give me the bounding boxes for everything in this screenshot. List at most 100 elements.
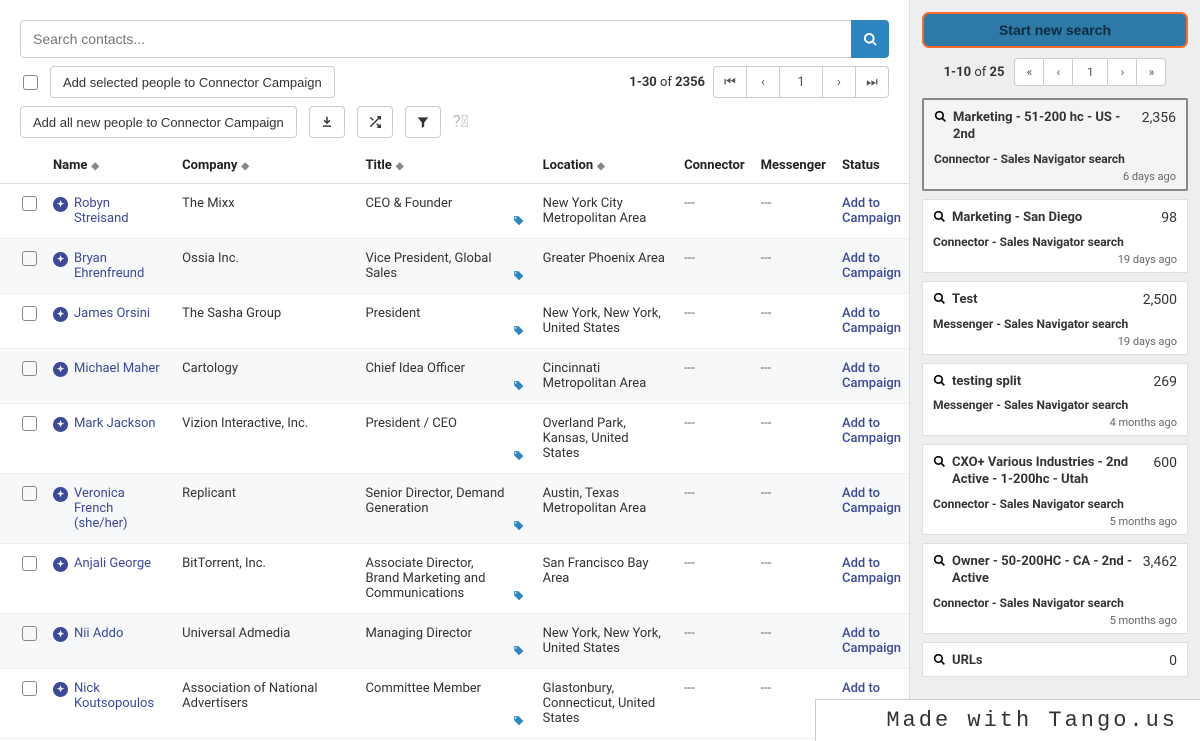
connector-cell: ---: [684, 306, 695, 321]
saved-search-item[interactable]: Test 2,500 Messenger - Sales Navigator s…: [922, 281, 1188, 355]
company-cell: Association of National Advertisers: [182, 681, 317, 711]
tag-icon[interactable]: [512, 325, 525, 338]
help-icon[interactable]: ?⃝: [453, 112, 469, 132]
add-to-campaign-link[interactable]: Add to Campaign: [842, 556, 901, 586]
location-cell: Overland Park, Kansas, United States: [543, 416, 629, 461]
row-checkbox[interactable]: [22, 486, 37, 501]
side-pager-first-button[interactable]: «: [1014, 58, 1044, 86]
add-to-campaign-link[interactable]: Add to Campaign: [842, 486, 901, 516]
title-cell: Chief Idea Officer: [365, 361, 465, 376]
col-company[interactable]: Company◆: [174, 148, 357, 184]
contact-name-link[interactable]: Robyn Streisand: [74, 196, 166, 226]
contact-name-link[interactable]: James Orsini: [74, 306, 150, 322]
row-checkbox[interactable]: [22, 681, 37, 696]
contact-name-link[interactable]: Mark Jackson: [74, 416, 156, 432]
saved-search-count: 2,356: [1142, 110, 1176, 126]
row-checkbox[interactable]: [22, 626, 37, 641]
saved-search-item[interactable]: testing split 269 Messenger - Sales Navi…: [922, 363, 1188, 437]
saved-search-source: Messenger - Sales Navigator search: [933, 317, 1177, 331]
saved-search-time: 4 months ago: [933, 416, 1177, 429]
add-to-campaign-link[interactable]: Add to Campaign: [842, 416, 901, 446]
linkedin-icon[interactable]: ✦: [53, 682, 68, 697]
side-pager-last-button[interactable]: »: [1136, 58, 1166, 86]
linkedin-icon[interactable]: ✦: [53, 417, 68, 432]
pager-last-button[interactable]: ⏭: [855, 66, 889, 98]
linkedin-icon[interactable]: ✦: [53, 252, 68, 267]
side-pager-next-button[interactable]: ›: [1107, 58, 1137, 86]
row-checkbox[interactable]: [22, 251, 37, 266]
row-checkbox[interactable]: [22, 196, 37, 211]
saved-search-time: 5 months ago: [933, 614, 1177, 627]
export-button[interactable]: [309, 106, 345, 138]
col-location[interactable]: Location◆: [535, 148, 676, 184]
first-icon: ⏮: [724, 75, 736, 90]
filter-button[interactable]: [405, 106, 441, 138]
saved-search-source: Connector - Sales Navigator search: [933, 235, 1177, 249]
contact-name-link[interactable]: Bryan Ehrenfreund: [74, 251, 166, 281]
side-pager-page-input[interactable]: 1: [1072, 58, 1108, 86]
linkedin-icon[interactable]: ✦: [53, 362, 68, 377]
pager-prev-button[interactable]: ‹: [746, 66, 780, 98]
col-name[interactable]: Name◆: [45, 148, 174, 184]
contact-name-link[interactable]: Nick Koutsopoulos: [74, 681, 166, 711]
select-all-checkbox[interactable]: [23, 75, 38, 90]
company-cell: Universal Admedia: [182, 626, 290, 641]
table-row: ✦ Robyn Streisand The Mixx CEO & Founder…: [0, 184, 909, 239]
saved-search-item[interactable]: CXO+ Various Industries - 2nd Active - 1…: [922, 444, 1188, 535]
location-cell: Glastonbury, Connecticut, United States: [543, 681, 656, 726]
contact-name-link[interactable]: Anjali George: [74, 556, 151, 572]
row-checkbox[interactable]: [22, 556, 37, 571]
tag-icon[interactable]: [512, 270, 525, 283]
title-cell: Vice President, Global Sales: [365, 251, 491, 281]
tag-icon[interactable]: [512, 715, 525, 728]
col-title[interactable]: Title◆: [357, 148, 534, 184]
messenger-cell: ---: [761, 306, 772, 321]
pager-next-button[interactable]: ›: [822, 66, 856, 98]
connector-cell: ---: [684, 626, 695, 641]
linkedin-icon[interactable]: ✦: [53, 557, 68, 572]
start-new-search-button[interactable]: Start new search: [922, 12, 1188, 48]
add-to-campaign-link[interactable]: Add to Campaign: [842, 251, 901, 281]
side-pager-text: 1-10 of 25: [944, 65, 1005, 80]
sort-icon: ◆: [597, 161, 605, 172]
last-icon: ⏭: [866, 75, 878, 90]
row-checkbox[interactable]: [22, 416, 37, 431]
shuffle-button[interactable]: [357, 106, 393, 138]
add-selected-button[interactable]: Add selected people to Connector Campaig…: [50, 66, 335, 98]
contact-name-link[interactable]: Michael Maher: [74, 361, 160, 377]
saved-search-title: URLs: [952, 653, 1159, 670]
pager-page-input[interactable]: 1: [779, 66, 823, 98]
add-to-campaign-link[interactable]: Add to Campaign: [842, 361, 901, 391]
tag-icon[interactable]: [512, 380, 525, 393]
linkedin-icon[interactable]: ✦: [53, 627, 68, 642]
side-pager-prev-button[interactable]: ‹: [1043, 58, 1073, 86]
tag-icon[interactable]: [512, 645, 525, 658]
contact-name-link[interactable]: Veronica French (she/her): [74, 486, 166, 531]
messenger-cell: ---: [761, 416, 772, 431]
row-checkbox[interactable]: [22, 306, 37, 321]
add-to-campaign-link[interactable]: Add to Campaign: [842, 626, 901, 656]
tag-icon[interactable]: [512, 450, 525, 463]
add-to-campaign-link[interactable]: Add to: [842, 681, 880, 696]
tag-icon[interactable]: [512, 215, 525, 228]
title-cell: CEO & Founder: [365, 196, 452, 211]
linkedin-icon[interactable]: ✦: [53, 307, 68, 322]
pager-first-button[interactable]: ⏮: [713, 66, 747, 98]
add-all-new-button[interactable]: Add all new people to Connector Campaign: [20, 106, 297, 138]
add-to-campaign-link[interactable]: Add to Campaign: [842, 306, 901, 336]
contact-name-link[interactable]: Nii Addo: [74, 626, 123, 642]
saved-search-item[interactable]: URLs 0: [922, 642, 1188, 677]
tag-icon[interactable]: [512, 520, 525, 533]
search-input[interactable]: [20, 20, 851, 58]
add-to-campaign-link[interactable]: Add to Campaign: [842, 196, 901, 226]
saved-search-item[interactable]: Marketing - 51-200 hc - US - 2nd 2,356 C…: [922, 98, 1188, 191]
linkedin-icon[interactable]: ✦: [53, 487, 68, 502]
linkedin-icon[interactable]: ✦: [53, 197, 68, 212]
saved-search-item[interactable]: Owner - 50-200HC - CA - 2nd - Active 3,4…: [922, 543, 1188, 634]
row-checkbox[interactable]: [22, 361, 37, 376]
tag-icon[interactable]: [512, 590, 525, 603]
saved-search-item[interactable]: Marketing - San Diego 98 Connector - Sal…: [922, 199, 1188, 273]
search-icon: [933, 374, 946, 387]
search-button[interactable]: [851, 20, 889, 58]
location-cell: New York, New York, United States: [543, 306, 661, 336]
